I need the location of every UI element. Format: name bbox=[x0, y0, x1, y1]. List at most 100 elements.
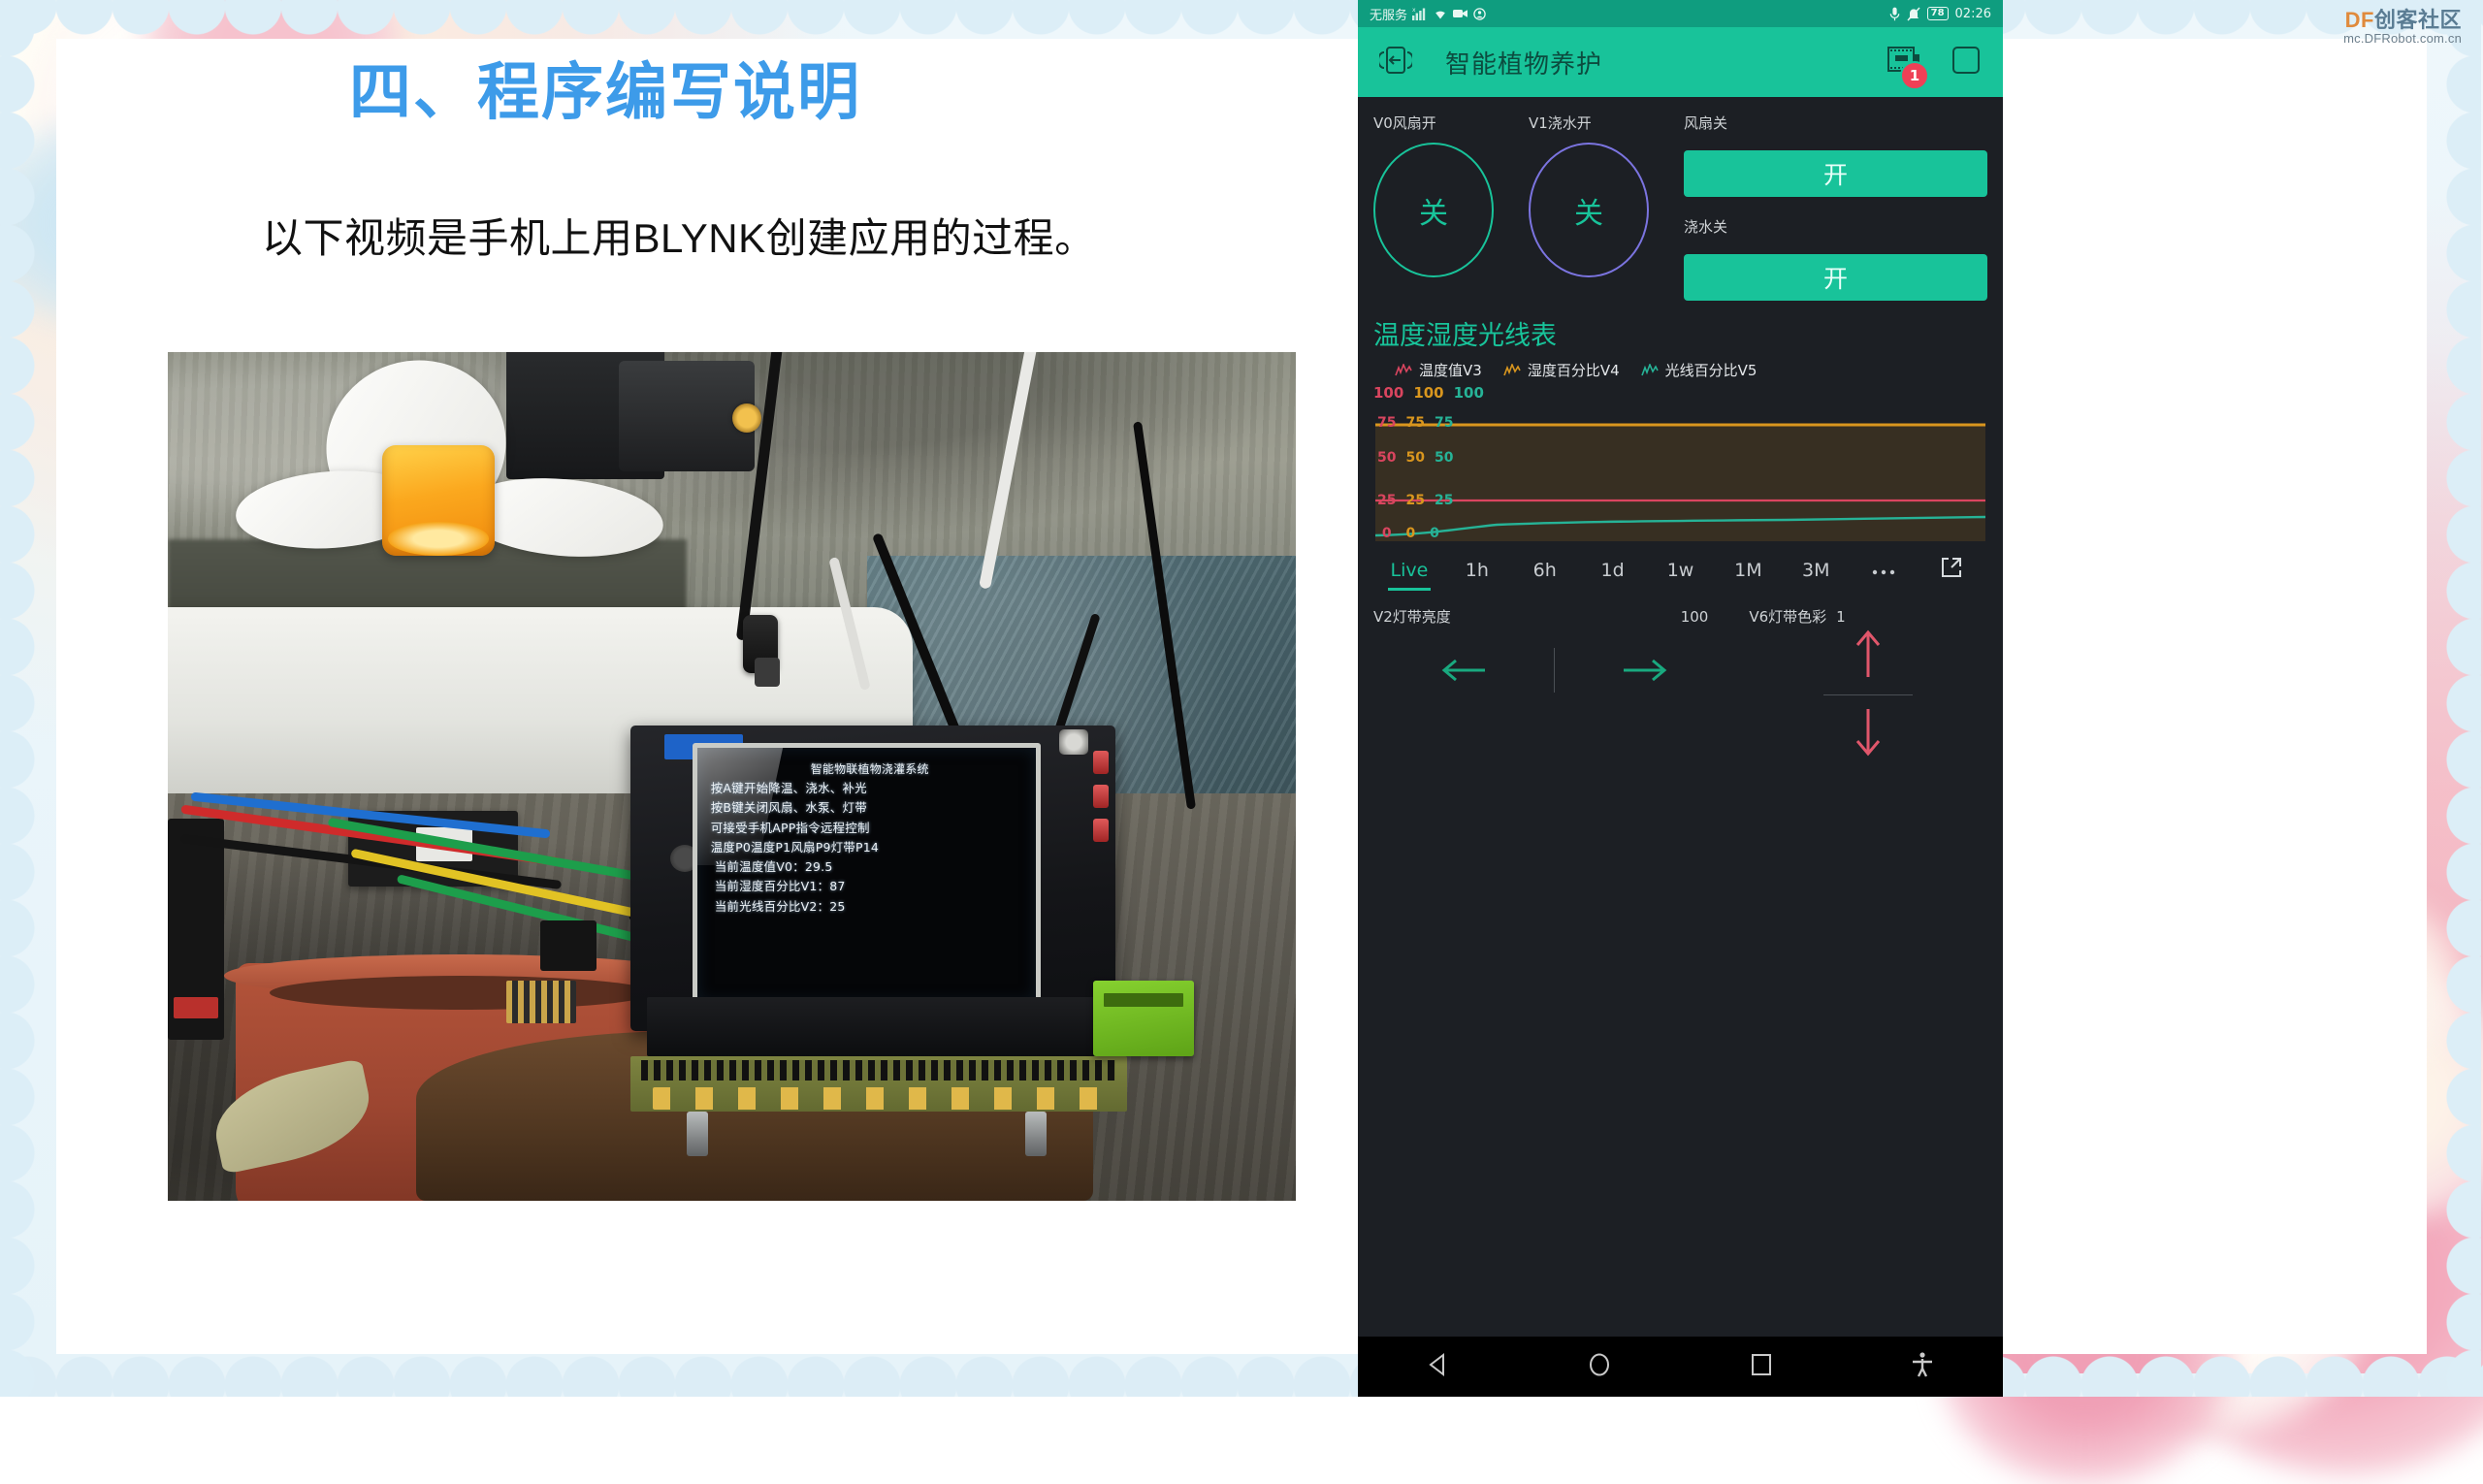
nav-recents-square-icon[interactable] bbox=[1747, 1350, 1776, 1383]
board-led bbox=[1092, 819, 1109, 843]
control-buttons-column: 风扇关 开 浇水关 开 bbox=[1684, 113, 1987, 301]
lcd-text: 智能物联植物浇灌系统 按A键开始降温、浇水、补光 按B键关闭风扇、水泵、灯带 可… bbox=[711, 760, 1029, 917]
board-button-b bbox=[1058, 729, 1088, 756]
widget-led-color: V6灯带色彩 1 bbox=[1735, 606, 1987, 763]
ytick-25: 25 25 25 bbox=[1377, 493, 1454, 508]
phone-screenshot: 无服务 x 78 02:26 智能植物养护 1 V0风扇开 关 V1浇水开 关 … bbox=[1358, 0, 2003, 1397]
chart-range-tabs: Live 1h 6h 1d 1w 1M 3M bbox=[1358, 541, 2003, 593]
accessibility-icon[interactable] bbox=[1908, 1350, 1937, 1383]
ytick-75: 75 75 75 bbox=[1377, 415, 1454, 431]
legend-item[interactable]: 光线百分比V5 bbox=[1640, 360, 1757, 380]
current-value-humidity: 100 bbox=[1413, 384, 1444, 402]
widget-header: V6灯带色彩 1 bbox=[1749, 606, 1987, 627]
water-state-gauge[interactable]: 关 bbox=[1529, 143, 1649, 277]
android-status-bar: 无服务 x 78 02:26 bbox=[1358, 0, 2003, 27]
widget-value: 100 bbox=[1680, 608, 1709, 626]
water-off-button[interactable]: 开 bbox=[1684, 254, 1987, 301]
divider bbox=[1823, 694, 1914, 695]
legend-label: 湿度百分比V4 bbox=[1527, 362, 1620, 379]
widget-label: V0风扇开 bbox=[1373, 114, 1436, 132]
widget-label: V2灯带亮度 bbox=[1373, 608, 1451, 626]
stop-square-icon[interactable] bbox=[1951, 45, 1982, 80]
board-led bbox=[1092, 785, 1109, 809]
microphone-icon bbox=[1889, 7, 1900, 21]
board-header-block bbox=[647, 997, 1099, 1057]
location-icon bbox=[1473, 7, 1486, 20]
range-tab-1d[interactable]: 1d bbox=[1579, 554, 1647, 591]
app-title: 智能植物养护 bbox=[1445, 49, 1603, 80]
current-value-light: 100 bbox=[1453, 384, 1484, 402]
exit-app-icon[interactable] bbox=[1377, 44, 1414, 81]
fan-state-gauge[interactable]: 关 bbox=[1373, 143, 1494, 277]
board-standoff bbox=[1024, 1112, 1047, 1157]
chart-legend: 温度值V3 湿度百分比V4 光线百分比V5 bbox=[1373, 360, 1987, 380]
edge-gold-pads bbox=[653, 1086, 1105, 1110]
android-nav-bar bbox=[1358, 1337, 2003, 1397]
watermark-community: 创客社区 bbox=[2373, 8, 2462, 32]
color-stepper bbox=[1749, 627, 1987, 763]
board-led bbox=[1092, 751, 1109, 775]
lcd-line: 温度P0温度P1风扇P9灯带P14 bbox=[710, 839, 880, 855]
range-tab-6h[interactable]: 6h bbox=[1511, 554, 1579, 591]
green-screw-terminal bbox=[1092, 980, 1195, 1057]
battery-indicator: 78 bbox=[1926, 7, 1949, 20]
legend-label: 温度值V3 bbox=[1419, 362, 1482, 379]
pin-header bbox=[505, 980, 576, 1023]
bell-muted-icon bbox=[1907, 6, 1920, 21]
ytick-0: 0 0 0 bbox=[1377, 526, 1439, 541]
lcd-line: 当前湿度百分比V1：87 bbox=[714, 879, 846, 894]
arrow-right-icon[interactable] bbox=[1555, 651, 1735, 690]
nav-home-circle-icon[interactable] bbox=[1585, 1350, 1614, 1383]
svg-text:x: x bbox=[1412, 7, 1416, 14]
chart-plot[interactable]: 75 75 75 50 50 50 25 25 25 0 0 0 bbox=[1371, 409, 1989, 541]
fan-screw bbox=[731, 403, 761, 433]
legend-item[interactable]: 湿度百分比V4 bbox=[1503, 360, 1620, 380]
legend-label: 光线百分比V5 bbox=[1664, 362, 1757, 379]
lcd-line: 智能物联植物浇灌系统 bbox=[810, 761, 929, 776]
widget-header: V2灯带亮度 100 bbox=[1373, 606, 1735, 627]
range-tab-3M[interactable]: 3M bbox=[1782, 554, 1850, 591]
ytick-50: 50 50 50 bbox=[1377, 450, 1454, 466]
legend-item[interactable]: 温度值V3 bbox=[1395, 360, 1482, 380]
range-tab-live[interactable]: Live bbox=[1375, 554, 1443, 591]
arrow-down-icon[interactable] bbox=[1847, 705, 1889, 763]
video-recording-icon bbox=[1453, 8, 1468, 19]
photo-left-module-led bbox=[173, 997, 219, 1018]
open-external-icon[interactable] bbox=[1918, 551, 1985, 593]
board-standoff bbox=[686, 1112, 708, 1157]
arrow-left-icon[interactable] bbox=[1373, 651, 1554, 690]
bottom-widgets-row: V2灯带亮度 100 V6灯带色彩 1 bbox=[1358, 593, 2003, 763]
carrier-label: 无服务 bbox=[1370, 8, 1408, 23]
notification-badge: 1 bbox=[1900, 61, 1929, 90]
demo-photo: 智能物联植物浇灌系统 按A键开始降温、浇水、补光 按B键关闭风扇、水泵、灯带 可… bbox=[168, 352, 1296, 1201]
clock: 02:26 bbox=[1954, 6, 1991, 21]
flower-pot-inner bbox=[269, 976, 654, 1011]
edge-connector-pins bbox=[641, 1059, 1115, 1081]
lcd-line: 可接受手机APP指令远程控制 bbox=[710, 820, 870, 835]
sparkline-icon bbox=[1503, 363, 1521, 375]
sparkline-icon bbox=[1640, 363, 1659, 375]
chart-title: 温度湿度光线表 bbox=[1373, 321, 1557, 351]
fan-hub-ring bbox=[387, 522, 490, 556]
widget-label: V1浇水开 bbox=[1529, 114, 1592, 132]
chart-current-values: 100 100 100 bbox=[1358, 380, 2003, 403]
scallop-border-left bbox=[0, 0, 58, 1397]
range-tab-1w[interactable]: 1w bbox=[1647, 554, 1715, 591]
nav-back-triangle-icon[interactable] bbox=[1424, 1350, 1453, 1383]
app-content: V0风扇开 关 V1浇水开 关 风扇关 开 浇水关 开 温度湿度光线表 温度值V… bbox=[1358, 97, 2003, 1397]
microcontroller-board-icon[interactable]: 1 bbox=[1886, 44, 1929, 90]
lcd-display: 智能物联植物浇灌系统 按A键开始降温、浇水、补光 按B键关闭风扇、水泵、灯带 可… bbox=[692, 742, 1041, 1007]
watermark-title: DF创客社区 bbox=[2343, 8, 2462, 32]
range-tab-1M[interactable]: 1M bbox=[1714, 554, 1782, 591]
current-value-temperature: 100 bbox=[1373, 384, 1404, 402]
brightness-stepper bbox=[1373, 627, 1735, 714]
slide-body-text: 以下视频是手机上用BLYNK创建应用的过程。 bbox=[262, 215, 1096, 261]
control-widgets-row: V0风扇开 关 V1浇水开 关 风扇关 开 浇水关 开 bbox=[1358, 97, 2003, 301]
watermark-url: mc.DFRobot.com.cn bbox=[2343, 31, 2462, 47]
arrow-up-icon[interactable] bbox=[1847, 627, 1889, 685]
range-tab-1h[interactable]: 1h bbox=[1443, 554, 1511, 591]
more-dots-icon[interactable] bbox=[1850, 554, 1918, 591]
fan-off-button[interactable]: 开 bbox=[1684, 150, 1987, 197]
widget-fan-gauge: V0风扇开 关 bbox=[1373, 113, 1519, 301]
chart-canvas bbox=[1374, 423, 1986, 541]
